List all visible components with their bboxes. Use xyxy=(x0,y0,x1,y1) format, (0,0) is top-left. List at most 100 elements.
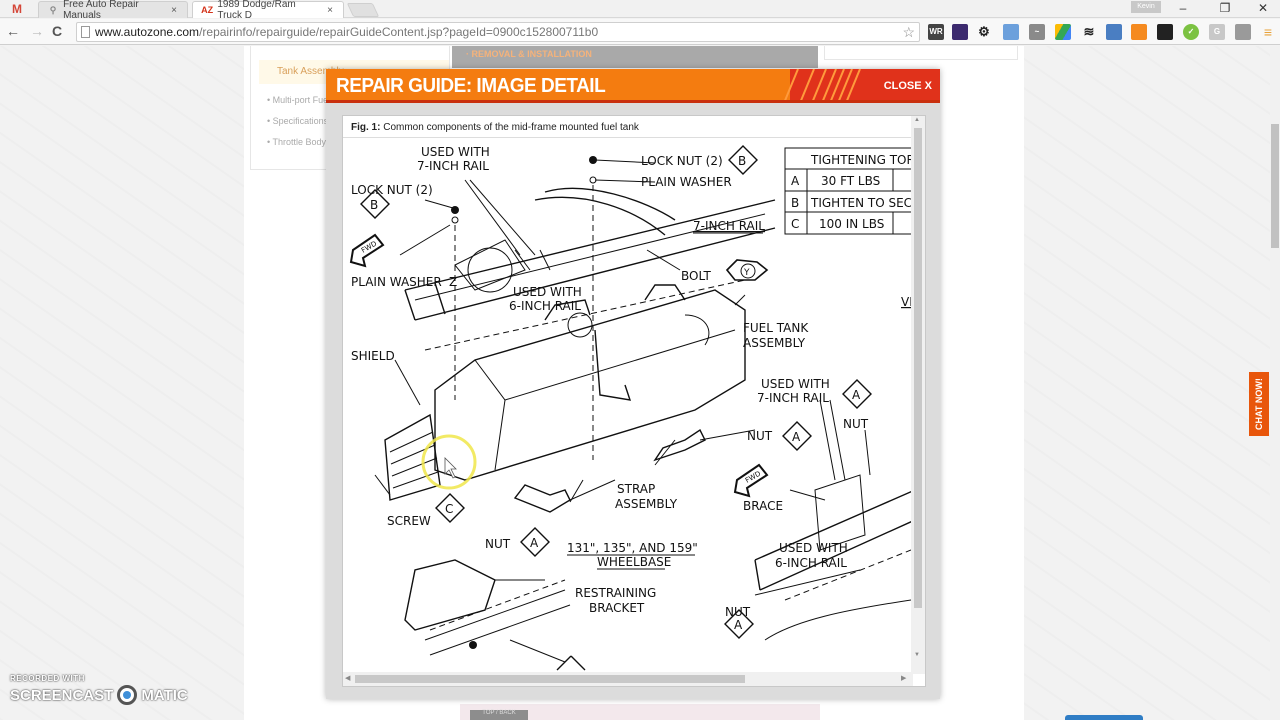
torque-header: TIGHTENING TORQUE xyxy=(810,153,911,167)
viewer-horizontal-scrollbar[interactable]: ◀ ▶ xyxy=(343,672,913,686)
label-restraining-bracket: RESTRAINING xyxy=(575,586,656,600)
label-nut: NUT xyxy=(843,417,869,431)
reload-button[interactable]: C xyxy=(52,23,62,39)
torque-key: A xyxy=(791,174,800,188)
section-bar: · REMOVAL & INSTALLATION xyxy=(452,46,818,68)
autozone-favicon-icon: AZ xyxy=(201,5,214,15)
scroll-up-arrow-icon[interactable]: ▲ xyxy=(914,117,920,123)
wr-extension-icon[interactable]: WR xyxy=(928,24,944,40)
scroll-right-arrow-icon[interactable]: ▶ xyxy=(901,674,906,682)
label-used-with-6in-right: 6-INCH RAIL xyxy=(775,556,847,570)
label-used-with-7in-right: 7-INCH RAIL xyxy=(757,391,829,405)
watermark-right: MATIC xyxy=(141,686,188,704)
label-lock-nut-top: LOCK NUT (2) xyxy=(641,154,723,168)
tab-label: 1989 Dodge/Ram Truck D xyxy=(217,0,296,21)
label-used-with-6in: 6-INCH RAIL xyxy=(509,299,581,313)
viewer-horizontal-thumb[interactable] xyxy=(355,675,745,683)
tab-dodge-ram[interactable]: AZ 1989 Dodge/Ram Truck D × xyxy=(192,0,344,21)
chart-extension-icon[interactable]: ~ xyxy=(1029,24,1045,40)
view-y-arrow-icon: Y xyxy=(725,259,769,281)
back-button[interactable]: ← xyxy=(6,23,20,39)
torque-key: B xyxy=(791,196,799,210)
new-tab-button[interactable] xyxy=(346,3,380,17)
profile-badge[interactable]: Kevin xyxy=(1131,1,1161,13)
screencast-watermark: RECORDED WITH SCREENCAST MATIC xyxy=(10,674,188,705)
tag-extension-icon[interactable] xyxy=(1003,24,1019,40)
scroll-left-arrow-icon[interactable]: ◀ xyxy=(345,674,350,682)
torque-table: TIGHTENING TORQUE A 30 FT LBS B TIGHTEN … xyxy=(784,147,911,235)
header-stripes-decoration xyxy=(784,69,861,100)
close-window-button[interactable]: ✕ xyxy=(1248,1,1278,15)
viewer-vertical-scrollbar[interactable]: ▲ ▼ xyxy=(911,116,925,674)
forward-button[interactable]: → xyxy=(30,23,44,39)
marker-a: A xyxy=(530,536,539,550)
google-drive-icon[interactable] xyxy=(1055,24,1071,40)
label-shield: SHIELD xyxy=(351,349,395,363)
check-extension-icon[interactable]: ✓ xyxy=(1183,24,1199,40)
label-7-inch-rail: 7-INCH RAIL xyxy=(693,219,765,233)
page-favicon-icon: ⚲ xyxy=(49,4,57,15)
label-used-with-7in: 7-INCH RAIL xyxy=(417,159,489,173)
tab-close-icon[interactable]: × xyxy=(327,5,333,16)
label-wheelbase: 131", 135", AND 159" xyxy=(567,541,698,555)
upload-extension-icon[interactable] xyxy=(1106,24,1122,40)
minimize-button[interactable]: – xyxy=(1168,1,1198,15)
analytics-extension-icon[interactable] xyxy=(1131,24,1147,40)
evernote-extension-icon[interactable] xyxy=(1157,24,1173,40)
caption-prefix: Fig. 1: xyxy=(351,122,381,133)
url-path: /repairinfo/repairguide/repairGuideConte… xyxy=(199,25,599,39)
image-viewer: Fig. 1: Common components of the mid-fra… xyxy=(342,115,926,687)
g-extension-icon[interactable]: G xyxy=(1209,24,1225,40)
label-used-with-7in: USED WITH xyxy=(421,145,490,159)
gear-extension-icon[interactable]: ⚙ xyxy=(976,24,992,40)
right-panel xyxy=(824,46,1018,60)
tab-free-auto-repair[interactable]: ⚲ Free Auto Repair Manuals × xyxy=(38,0,188,21)
torque-value: 30 FT LBS xyxy=(821,174,880,188)
restraining-bracket-drawing xyxy=(404,559,571,656)
label-plain-washer-left: PLAIN WASHER xyxy=(351,275,442,289)
fuel-tank-drawing xyxy=(434,284,746,481)
address-bar[interactable]: www.autozone.com/repairinfo/repairguide/… xyxy=(76,22,920,42)
torque-value: 100 IN LBS xyxy=(819,217,884,231)
section-link[interactable]: REMOVAL & INSTALLATION xyxy=(472,49,592,59)
fwd-arrow-icon: FWD xyxy=(733,463,769,498)
watermark-left: SCREENCAST xyxy=(10,686,114,704)
gmail-icon[interactable]: M xyxy=(12,2,22,16)
marker-a: A xyxy=(852,388,861,402)
dark-extension-icon[interactable] xyxy=(952,24,968,40)
tab-close-icon[interactable]: × xyxy=(171,5,177,16)
footer-blue-tab[interactable] xyxy=(1065,715,1143,720)
page-scrollbar[interactable] xyxy=(1270,46,1280,720)
label-strap-assembly: ASSEMBLY xyxy=(615,497,678,511)
label-lock-nut-left: LOCK NUT (2) xyxy=(351,183,433,197)
label-strap-assembly: STRAP xyxy=(617,482,655,496)
marker-b-left: B xyxy=(370,198,378,212)
tab-strip: M ⚲ Free Auto Repair Manuals × AZ 1989 D… xyxy=(0,0,1280,21)
chrome-menu-icon[interactable]: ≡ xyxy=(1260,24,1276,40)
page-scrollbar-thumb[interactable] xyxy=(1271,124,1279,248)
note-extension-icon[interactable] xyxy=(1235,24,1251,40)
label-plain-washer-top: PLAIN WASHER xyxy=(641,175,732,189)
url-host: www.autozone.com xyxy=(95,25,200,39)
label-nut: NUT xyxy=(485,537,511,551)
label-nut: NUT xyxy=(725,605,751,619)
buffer-extension-icon[interactable]: ≋ xyxy=(1081,24,1097,40)
close-modal-button[interactable]: CLOSE X xyxy=(884,80,932,92)
viewer-vertical-thumb[interactable] xyxy=(914,128,922,608)
label-restraining-bracket: BRACKET xyxy=(589,601,645,615)
footer-button[interactable]: TOP / BACK xyxy=(470,710,528,720)
label-wheelbase: WHEELBASE xyxy=(597,555,671,569)
label-fuel-tank: ASSEMBLY xyxy=(743,336,806,350)
fuel-tank-diagram: TIGHTENING TORQUE A 30 FT LBS B TIGHTEN … xyxy=(349,145,911,671)
scroll-down-arrow-icon[interactable]: ▼ xyxy=(914,652,920,658)
bookmark-star-icon[interactable]: ☆ xyxy=(902,23,915,41)
marker-c: C xyxy=(445,502,453,516)
label-used-with-6in-right: USED WITH xyxy=(779,541,848,555)
browser-toolbar: ← → C www.autozone.com/repairinfo/repair… xyxy=(0,19,1280,45)
chat-now-button[interactable]: CHAT NOW! xyxy=(1249,372,1269,436)
label-used-with-7in-right: USED WITH xyxy=(761,377,830,391)
modal-title: REPAIR GUIDE: IMAGE DETAIL xyxy=(336,75,606,98)
label-brace: BRACE xyxy=(743,499,783,513)
page-icon xyxy=(81,26,90,38)
restore-button[interactable]: ❐ xyxy=(1210,1,1240,15)
